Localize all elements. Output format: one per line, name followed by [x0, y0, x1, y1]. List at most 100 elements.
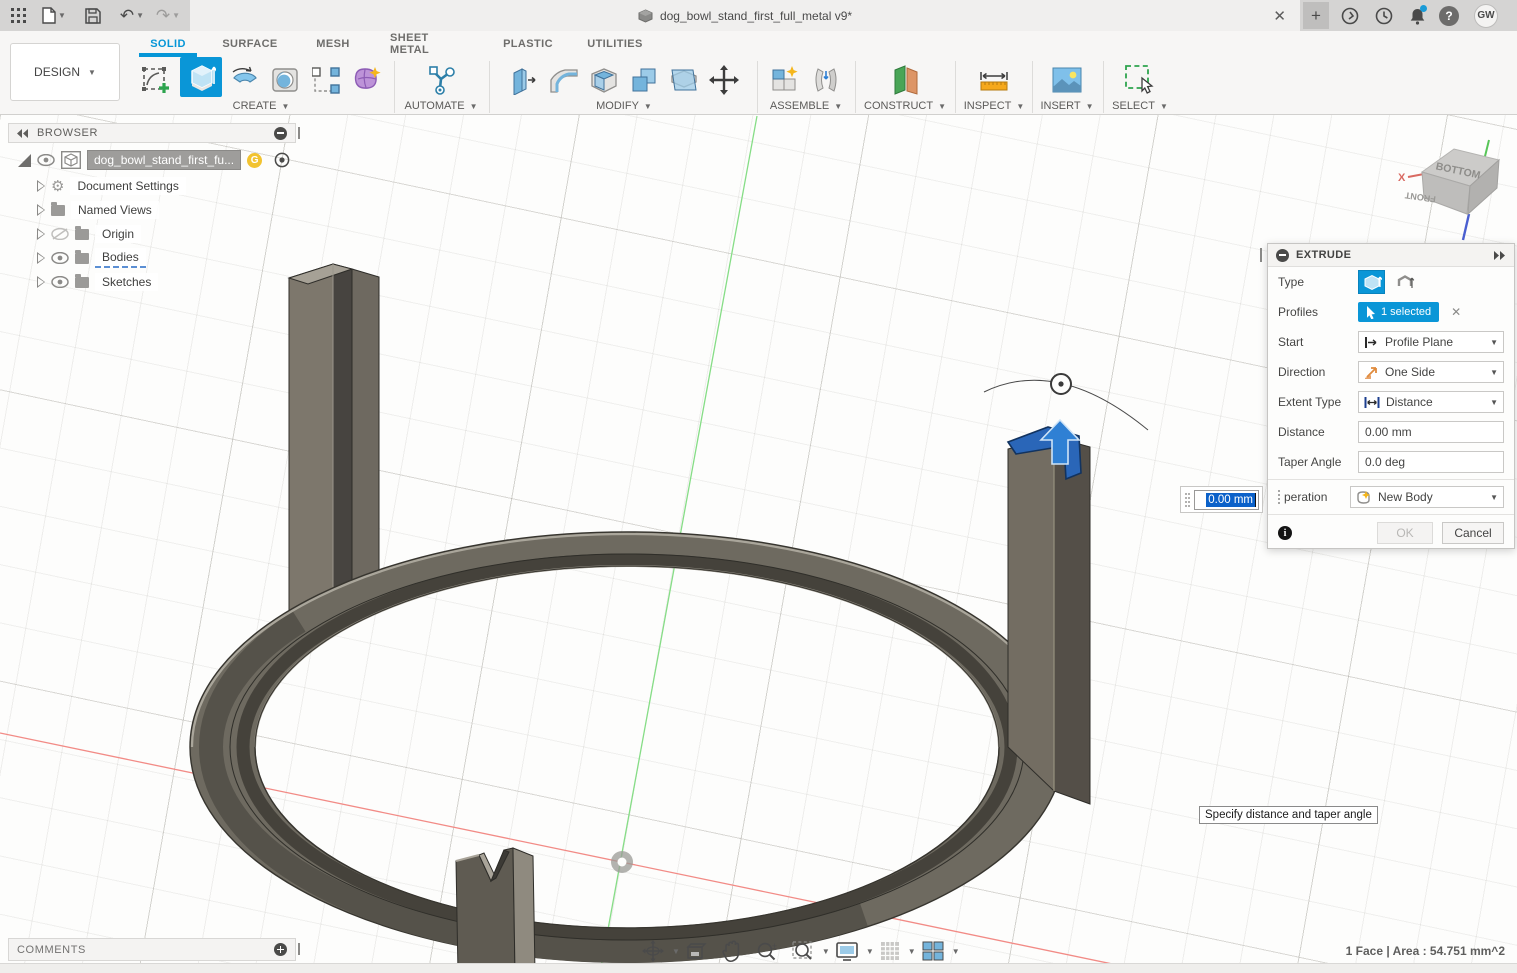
display-settings-icon[interactable]: [836, 942, 858, 961]
pattern-icon[interactable]: [310, 63, 342, 97]
comments-panel-header[interactable]: COMMENTS: [8, 938, 296, 961]
group-label-insert[interactable]: INSERT▼: [1040, 100, 1093, 112]
dropdown-caret-icon[interactable]: ▼: [952, 947, 960, 956]
group-label-create[interactable]: CREATE▼: [233, 100, 290, 112]
app-grid-icon[interactable]: [6, 0, 30, 31]
undo-icon[interactable]: ↶▼: [116, 0, 148, 31]
browser-item-sketches[interactable]: Sketches: [38, 272, 158, 292]
construction-plane-icon[interactable]: [889, 63, 921, 97]
select-icon[interactable]: [1124, 63, 1156, 97]
fillet-icon[interactable]: [548, 63, 580, 97]
ground-badge[interactable]: G: [247, 153, 262, 168]
expand-icon[interactable]: [38, 181, 45, 191]
create-sketch-icon[interactable]: [140, 63, 172, 97]
measure-icon[interactable]: [978, 63, 1010, 97]
eye-icon[interactable]: [37, 154, 55, 166]
dropdown-caret-icon[interactable]: ▼: [908, 947, 916, 956]
extrude-type-solid-button[interactable]: [1358, 270, 1385, 294]
info-icon[interactable]: i: [1278, 526, 1292, 540]
hole-icon[interactable]: [270, 63, 302, 97]
extensions-icon[interactable]: [1338, 0, 1362, 31]
dropdown-caret-icon[interactable]: ▼: [672, 947, 680, 956]
look-at-icon[interactable]: [686, 942, 708, 960]
browser-panel-header[interactable]: BROWSER: [8, 123, 296, 143]
group-label-inspect[interactable]: INSPECT▼: [964, 100, 1025, 112]
dropdown-caret-icon[interactable]: ▼: [866, 947, 874, 956]
clear-selection-icon[interactable]: ✕: [1451, 305, 1461, 319]
pan-icon[interactable]: [722, 940, 742, 962]
move-icon[interactable]: [708, 63, 740, 97]
activate-component-icon[interactable]: [274, 152, 290, 168]
group-label-modify[interactable]: MODIFY▼: [596, 100, 652, 112]
workspace-switcher[interactable]: DESIGN ▼: [10, 43, 120, 101]
extrude-type-thin-button[interactable]: [1391, 270, 1418, 294]
operation-select[interactable]: New Body ▼: [1350, 486, 1504, 508]
notifications-icon[interactable]: [1405, 0, 1429, 31]
browser-item-named-views[interactable]: Named Views: [38, 200, 159, 220]
eye-hidden-icon[interactable]: [51, 228, 69, 240]
viewports-icon[interactable]: [922, 941, 944, 961]
taper-angle-input[interactable]: 0.0 deg: [1358, 451, 1504, 473]
dropdown-caret-icon[interactable]: ▼: [822, 947, 830, 956]
tab-sheet-metal[interactable]: SHEET METAL: [390, 35, 466, 52]
file-icon[interactable]: ▼: [38, 0, 70, 31]
press-pull-icon[interactable]: [508, 63, 540, 97]
orbit-icon[interactable]: [642, 940, 664, 962]
dialog-header[interactable]: EXTRUDE: [1268, 244, 1514, 267]
save-icon[interactable]: [82, 0, 104, 31]
browser-item-bodies[interactable]: Bodies: [38, 248, 146, 268]
expand-icon[interactable]: [38, 253, 45, 263]
joint-icon[interactable]: [810, 63, 842, 97]
ok-button[interactable]: OK: [1377, 522, 1433, 544]
distance-inline-input[interactable]: 0.00 mm: [1194, 490, 1259, 510]
tab-plastic[interactable]: PLASTIC: [502, 35, 554, 52]
combine-icon[interactable]: [628, 63, 660, 97]
document-tab[interactable]: dog_bowl_stand_first_full_metal v9* ✕: [190, 0, 1300, 31]
timeline-strip[interactable]: [0, 963, 1517, 973]
root-document-label[interactable]: dog_bowl_stand_first_fu...: [87, 150, 241, 170]
tab-mesh[interactable]: MESH: [308, 35, 358, 52]
eye-icon[interactable]: [51, 276, 69, 288]
insert-image-icon[interactable]: [1051, 63, 1083, 97]
fit-icon[interactable]: [792, 941, 814, 961]
zoom-icon[interactable]: ±: [756, 941, 778, 961]
help-icon[interactable]: ?: [1437, 0, 1461, 31]
extrude-icon[interactable]: [180, 57, 222, 97]
new-tab-icon[interactable]: +: [1303, 2, 1329, 29]
job-status-icon[interactable]: [1372, 0, 1396, 31]
revolve-icon[interactable]: [230, 63, 262, 97]
extent-type-select[interactable]: Distance ▼: [1358, 391, 1504, 413]
panel-resize-handle[interactable]: [298, 943, 300, 955]
browser-item-document-settings[interactable]: ⚙ Document Settings: [38, 176, 186, 196]
form-icon[interactable]: [350, 63, 382, 97]
group-label-automate[interactable]: AUTOMATE▼: [404, 100, 477, 112]
expand-icon[interactable]: [38, 277, 45, 287]
panel-resize-handle[interactable]: [298, 127, 300, 139]
dock-dialog-icon[interactable]: [1494, 251, 1506, 260]
distance-input[interactable]: 0.00 mm: [1358, 421, 1504, 443]
close-tab-icon[interactable]: ✕: [1273, 0, 1286, 31]
start-select[interactable]: Profile Plane ▼: [1358, 331, 1504, 353]
eye-icon[interactable]: [51, 252, 69, 264]
direction-select[interactable]: One Side ▼: [1358, 361, 1504, 383]
automate-icon[interactable]: [425, 63, 457, 97]
grid-settings-icon[interactable]: [880, 941, 900, 961]
minimize-panel-icon[interactable]: [274, 127, 287, 140]
minimize-dialog-icon[interactable]: [1276, 249, 1289, 262]
shell-icon[interactable]: [588, 63, 620, 97]
account-avatar[interactable]: GW: [1472, 0, 1500, 31]
cancel-button[interactable]: Cancel: [1442, 522, 1504, 544]
redo-icon[interactable]: ↷▼: [152, 0, 184, 31]
tab-solid[interactable]: SOLID: [139, 35, 197, 52]
expand-icon[interactable]: [38, 205, 45, 215]
new-component-icon[interactable]: [770, 63, 802, 97]
expand-root-icon[interactable]: [18, 154, 31, 167]
drag-dots-icon[interactable]: [1184, 492, 1191, 508]
split-icon[interactable]: [668, 63, 700, 97]
browser-root-row[interactable]: dog_bowl_stand_first_fu... G: [18, 150, 290, 170]
group-label-construct[interactable]: CONSTRUCT▼: [864, 100, 946, 112]
group-label-select[interactable]: SELECT▼: [1112, 100, 1168, 112]
row-drag-dots-icon[interactable]: [1278, 490, 1280, 504]
collapse-panel-icon[interactable]: [17, 129, 29, 138]
group-label-assemble[interactable]: ASSEMBLE▼: [770, 100, 842, 112]
